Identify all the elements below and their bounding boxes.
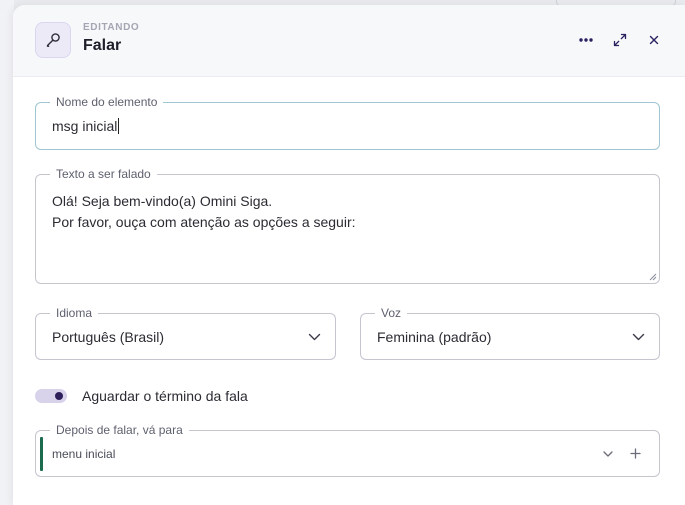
wait-speech-toggle[interactable]: [35, 389, 67, 403]
selection-indicator: [40, 437, 43, 471]
language-select[interactable]: Idioma Português (Brasil): [35, 306, 336, 360]
background-sidebar: [0, 0, 14, 505]
close-button[interactable]: [643, 29, 665, 51]
speech-text-line-1: Olá! Seja bem-vindo(a) Omini Siga.: [52, 193, 273, 209]
add-icon[interactable]: [630, 448, 641, 459]
after-speak-label: Depois de falar, vá para: [50, 423, 189, 437]
speech-text-line-2: Por favor, ouça com atenção as opções a …: [52, 214, 356, 230]
panel-title: Falar: [83, 37, 122, 54]
edit-panel: EDITANDO Falar Nome do elemento msg inic…: [13, 5, 685, 505]
element-name-label: Nome do elemento: [50, 95, 164, 109]
editing-eyebrow: EDITANDO: [83, 22, 140, 33]
voice-value: Feminina (padrão): [377, 329, 492, 345]
language-value: Português (Brasil): [52, 329, 165, 345]
speech-text-label: Texto a ser falado: [50, 167, 157, 181]
wait-speech-label: Aguardar o término da fala: [82, 388, 248, 404]
close-icon: [649, 35, 659, 45]
expand-icon: [613, 33, 627, 47]
speech-text-field[interactable]: Texto a ser falado Olá! Seja bem-vindo(a…: [35, 167, 660, 284]
expand-button[interactable]: [609, 29, 631, 51]
text-caret: [118, 118, 120, 134]
after-speak-select[interactable]: Depois de falar, vá para menu inicial: [35, 423, 660, 477]
voice-label: Voz: [375, 306, 408, 320]
more-options-button[interactable]: [575, 29, 597, 51]
element-name-value: msg inicial: [52, 118, 120, 134]
panel-header: EDITANDO Falar: [13, 5, 685, 77]
chevron-down-icon: [308, 333, 321, 340]
chevron-down-icon[interactable]: [603, 450, 613, 458]
voice-select[interactable]: Voz Feminina (padrão): [360, 306, 660, 360]
after-speak-value: menu inicial: [52, 447, 116, 461]
toggle-knob: [55, 392, 63, 400]
element-name-field[interactable]: Nome do elemento msg inicial: [35, 95, 660, 150]
language-label: Idioma: [50, 306, 99, 320]
microphone-icon: [35, 22, 71, 58]
chevron-down-icon: [632, 333, 645, 340]
speech-text-value: Olá! Seja bem-vindo(a) Omini Siga. Por f…: [52, 191, 356, 233]
resize-handle-icon[interactable]: [648, 272, 657, 281]
more-icon: [579, 38, 593, 42]
